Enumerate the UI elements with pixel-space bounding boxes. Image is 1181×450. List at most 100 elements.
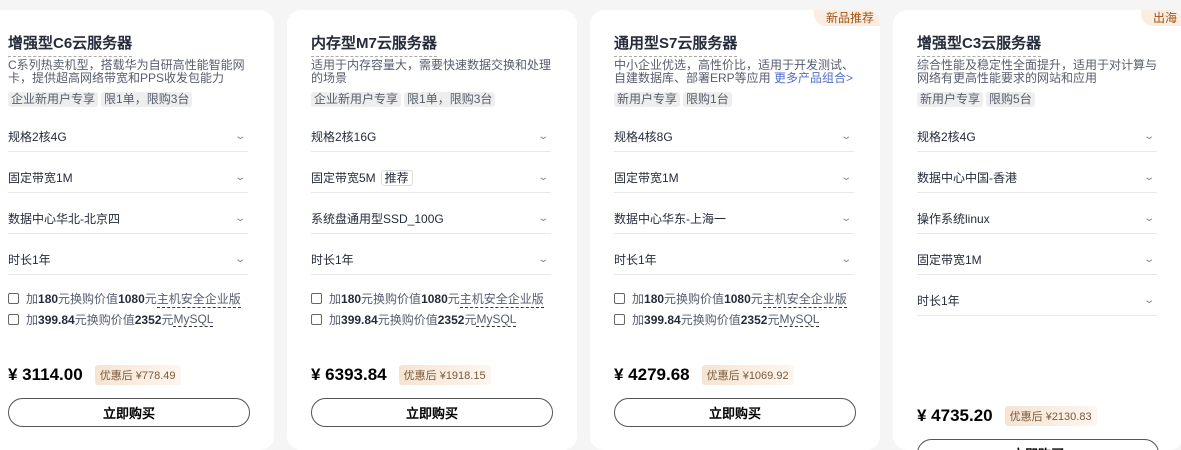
addon-price: 180 [38, 291, 59, 306]
addon-value: 1080 [724, 291, 751, 306]
price: ¥ 6393.84 [311, 365, 387, 384]
card-badge: 新品推荐 [813, 10, 880, 26]
select-value: 固定带宽1M [614, 170, 679, 185]
config-select[interactable]: 规格2核4G ⌄ [917, 111, 1157, 152]
config-select[interactable]: 数据中心中国-香港 ⌄ [917, 152, 1157, 193]
promo-tag: 新用户专享 [917, 92, 984, 107]
buy-now-button[interactable]: 立即购买 [8, 398, 250, 427]
addon-option[interactable]: 加 180 元换购价值 1080 元主机安全企业版 [311, 288, 553, 309]
product-title[interactable]: 增强型C3云服务器 [917, 34, 1042, 57]
buy-now-button[interactable]: 立即购买 [917, 439, 1159, 450]
select-value: 时长1年 [311, 252, 354, 267]
addon-text: 元换购价值 [361, 292, 422, 306]
buy-now-button[interactable]: 立即购买 [614, 398, 856, 427]
chevron-down-icon: ⌄ [839, 171, 852, 183]
addon-checkbox[interactable] [8, 314, 19, 325]
product-title[interactable]: 增强型C6云服务器 [8, 34, 133, 57]
chevron-down-icon: ⌄ [536, 130, 549, 142]
buy-now-button[interactable]: 立即购买 [311, 398, 553, 427]
addon-value: 2352 [740, 312, 768, 327]
addon-text: 加 [26, 313, 39, 327]
addon-product-link[interactable]: 主机安全企业版 [762, 290, 847, 308]
select-value: 数据中心中国-香港 [917, 170, 1017, 185]
config-select[interactable]: 时长1年 ⌄ [311, 234, 551, 275]
config-select[interactable]: 固定带宽5M 推荐 ⌄ [311, 152, 551, 193]
config-select[interactable]: 数据中心华北-北京四 ⌄ [8, 193, 248, 234]
select-value: 系统盘通用型SSD_100G [311, 211, 444, 226]
product-description: 综合性能及稳定性全面提升，适用于对计算与网络有更高性能要求的网站和应用 [917, 59, 1159, 85]
chevron-down-icon: ⌄ [233, 171, 246, 183]
config-select[interactable]: 操作系统linux ⌄ [917, 193, 1157, 234]
addon-product-link[interactable]: MySQL [476, 312, 517, 327]
discount-price: 优惠后 ¥1918.15 [398, 365, 491, 385]
product-description: C系列热卖机型，搭载华为自研高性能智能网卡，提供超高网络带宽和PPS收发包能力 [8, 59, 250, 85]
addon-price: 399.84 [341, 312, 378, 327]
select-value: 时长1年 [8, 252, 51, 267]
addon-checkbox[interactable] [614, 314, 625, 325]
addon-checkbox[interactable] [614, 293, 625, 304]
tag-list: 企业新用户专享 限1单，限购3台 [8, 92, 250, 107]
chevron-down-icon: ⌄ [1142, 253, 1155, 265]
product-card: 增强型C6云服务器 C系列热卖机型，搭载华为自研高性能智能网卡，提供超高网络带宽和… [0, 10, 274, 450]
addon-text: 元 [144, 292, 157, 306]
config-select[interactable]: 时长1年 ⌄ [8, 234, 248, 275]
promo-tag: 限1单，限购3台 [404, 92, 496, 107]
tag-list: 新用户专享 限购5台 [917, 92, 1159, 107]
addon-product-link[interactable]: 主机安全企业版 [459, 290, 544, 308]
select-value: 固定带宽5M [311, 170, 376, 185]
config-select[interactable]: 数据中心华东-上海一 ⌄ [614, 193, 854, 234]
config-select[interactable]: 时长1年 ⌄ [614, 234, 854, 275]
addon-product-link[interactable]: MySQL [779, 312, 820, 327]
addon-price: 399.84 [644, 312, 681, 327]
addon-options: 加 180 元换购价值 1080 元主机安全企业版加 399.84 元换购价值 2352 元 My… [614, 288, 856, 330]
select-value: 数据中心华北-北京四 [8, 211, 120, 226]
addon-text: 元 [161, 313, 174, 327]
addon-product-link[interactable]: 主机安全企业版 [156, 290, 241, 308]
addon-checkbox[interactable] [311, 314, 322, 325]
addon-checkbox[interactable] [8, 293, 19, 304]
product-title[interactable]: 通用型S7云服务器 [614, 34, 738, 57]
addon-text: 元 [767, 313, 780, 327]
discount-price: 优惠后 ¥778.49 [94, 365, 181, 385]
config-select[interactable]: 时长1年 ⌄ [917, 275, 1157, 316]
description-text: C系列热卖机型，搭载华为自研高性能智能网卡，提供超高网络带宽和PPS收发包能力 [8, 58, 245, 85]
chevron-down-icon: ⌄ [1142, 130, 1155, 142]
addon-options: 加 180 元换购价值 1080 元主机安全企业版加 399.84 元换购价值 2352 元 My… [8, 288, 250, 330]
more-combos-link[interactable]: 更多产品组合> [774, 71, 853, 85]
recommend-badge: 推荐 [380, 169, 413, 186]
product-title[interactable]: 内存型M7云服务器 [311, 34, 437, 57]
chevron-down-icon: ⌄ [233, 253, 246, 265]
config-select[interactable]: 固定带宽1M ⌄ [614, 152, 854, 193]
product-description: 中小企业优选，高性价比，适用于开发测试、自建数据库、部署ERP等应用 更多产品组… [614, 59, 856, 85]
addon-product-link[interactable]: MySQL [173, 312, 214, 327]
addon-options: 加 180 元换购价值 1080 元主机安全企业版加 399.84 元换购价值 2352 元 My… [311, 288, 553, 330]
addon-option[interactable]: 加 399.84 元换购价值 2352 元 MySQL [614, 309, 856, 330]
addon-text: 元换购价值 [377, 313, 438, 327]
chevron-down-icon: ⌄ [839, 212, 852, 224]
addon-value: 1080 [421, 291, 448, 306]
addon-value: 2352 [437, 312, 465, 327]
addon-checkbox[interactable] [311, 293, 322, 304]
config-select[interactable]: 规格4核8G ⌄ [614, 111, 854, 152]
chevron-down-icon: ⌄ [536, 212, 549, 224]
chevron-down-icon: ⌄ [1142, 212, 1155, 224]
config-select[interactable]: 系统盘通用型SSD_100G ⌄ [311, 193, 551, 234]
description-text: 适用于内存容量大，需要快速数据交换和处理的场景 [311, 58, 552, 85]
config-select[interactable]: 规格2核16G ⌄ [311, 111, 551, 152]
chevron-down-icon: ⌄ [233, 130, 246, 142]
config-select[interactable]: 规格2核4G ⌄ [8, 111, 248, 152]
addon-text: 元 [447, 292, 460, 306]
addon-option[interactable]: 加 399.84 元换购价值 2352 元 MySQL [311, 309, 553, 330]
product-card: 新品推荐通用型S7云服务器 中小企业优选，高性价比，适用于开发测试、自建数据库、部… [590, 10, 880, 450]
addon-option[interactable]: 加 180 元换购价值 1080 元主机安全企业版 [614, 288, 856, 309]
promo-tag: 企业新用户专享 [311, 92, 402, 107]
promo-tag: 限购5台 [986, 92, 1035, 107]
addon-option[interactable]: 加 399.84 元换购价值 2352 元 MySQL [8, 309, 250, 330]
addon-value: 1080 [118, 291, 145, 306]
price: ¥ 4279.68 [614, 365, 690, 384]
config-select[interactable]: 固定带宽1M ⌄ [917, 234, 1157, 275]
config-select[interactable]: 固定带宽1M ⌄ [8, 152, 248, 193]
addon-option[interactable]: 加 180 元换购价值 1080 元主机安全企业版 [8, 288, 250, 309]
promo-tag: 限购1台 [683, 92, 732, 107]
chevron-down-icon: ⌄ [536, 171, 549, 183]
